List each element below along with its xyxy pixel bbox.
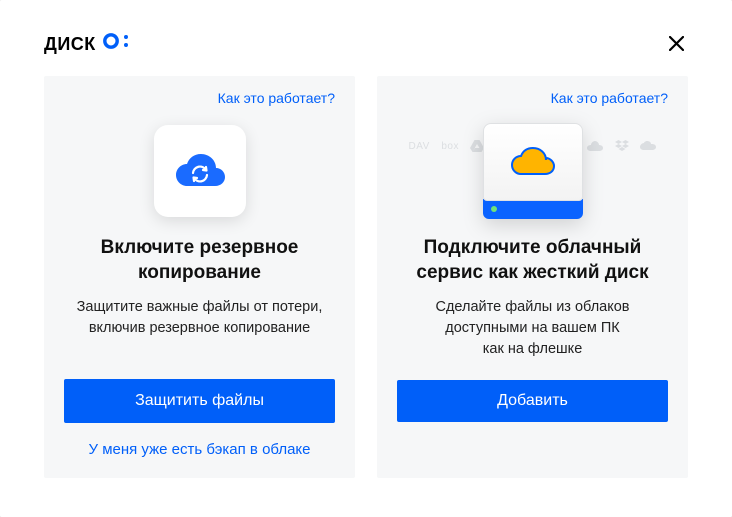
connect-title: Подключите облачный сервис как жесткий д… bbox=[397, 236, 668, 285]
connect-desc: Сделайте файлы из облаков доступными на … bbox=[403, 297, 663, 360]
header: ДИСК bbox=[44, 28, 688, 58]
connect-illustration: DAV box bbox=[397, 112, 668, 230]
connect-how-link[interactable]: Как это работает? bbox=[551, 90, 668, 106]
protect-files-button[interactable]: Защитить файлы bbox=[64, 379, 335, 423]
app-logo: ДИСК bbox=[44, 32, 129, 55]
have-backup-link[interactable]: У меня уже есть бэкап в облаке bbox=[89, 441, 311, 458]
logo-text: ДИСК bbox=[44, 34, 96, 55]
backup-illustration bbox=[64, 112, 335, 230]
cards-row: Как это работает? Включите резервное ко bbox=[44, 76, 688, 478]
pcloud-icon bbox=[587, 141, 603, 151]
dav-icon: DAV bbox=[409, 141, 430, 152]
backup-desc: Защитите важные файлы от потери, включив… bbox=[70, 297, 330, 339]
backup-how-link[interactable]: Как это работает? bbox=[218, 90, 335, 106]
close-button[interactable] bbox=[664, 31, 688, 55]
drive-led-icon bbox=[491, 206, 497, 212]
logo-o-icon bbox=[102, 32, 129, 50]
backup-card: Как это работает? Включите резервное ко bbox=[44, 76, 355, 478]
cloud-sync-icon bbox=[172, 151, 228, 191]
dropbox-icon bbox=[615, 140, 629, 152]
close-icon bbox=[669, 36, 684, 51]
connect-card: Как это работает? DAV box bbox=[377, 76, 688, 478]
backup-icon-tile bbox=[154, 125, 246, 217]
drive-icon bbox=[483, 123, 583, 219]
onboarding-window: ДИСК Как это работает? bbox=[0, 0, 732, 517]
backup-title: Включите резервное копирование bbox=[64, 236, 335, 285]
mailru-cloud-icon bbox=[509, 146, 557, 178]
box-icon: box bbox=[441, 141, 459, 152]
add-button[interactable]: Добавить bbox=[397, 380, 668, 422]
onedrive-icon bbox=[640, 141, 656, 151]
